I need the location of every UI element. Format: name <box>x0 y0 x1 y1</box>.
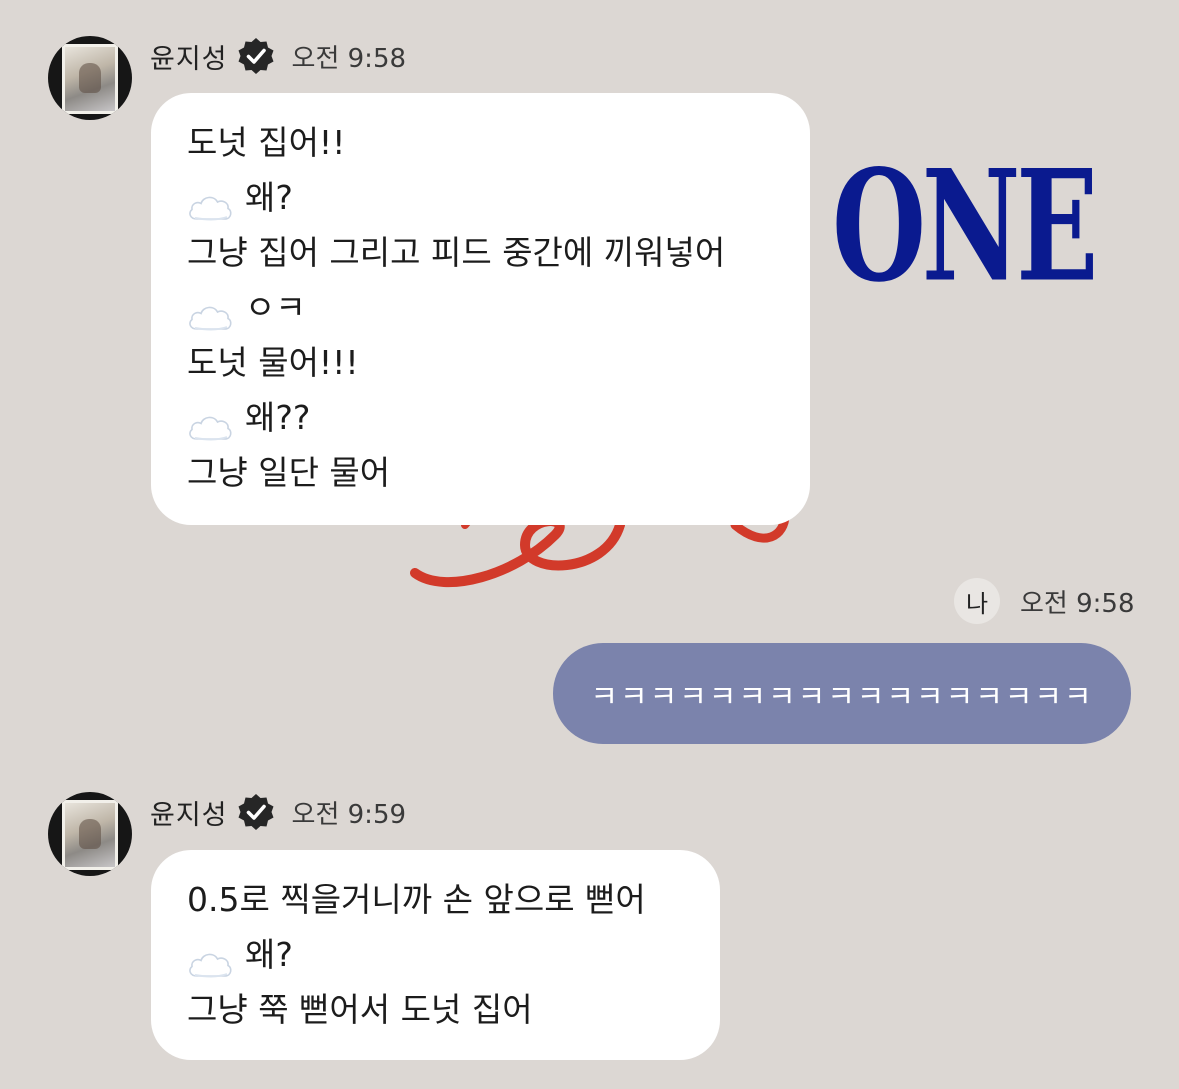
outgoing-message-bubble[interactable]: ㅋㅋㅋㅋㅋㅋㅋㅋㅋㅋㅋㅋㅋㅋㅋㅋㅋ <box>553 643 1131 744</box>
cloud-emoji-icon <box>187 403 233 440</box>
avatar-photo <box>62 800 118 870</box>
sender-name[interactable]: 윤지성 <box>150 37 228 76</box>
sender-name[interactable]: 윤지성 <box>150 793 228 832</box>
message-line: ㅇㅋ <box>187 280 774 335</box>
message-line-text: ㅇㅋ <box>245 288 306 327</box>
my-profile-tag[interactable]: 나 <box>954 578 1000 624</box>
message-line: 왜?? <box>187 390 774 445</box>
message-line-text: 그냥 일단 물어 <box>187 453 391 492</box>
my-message-time: 오전 9:58 <box>1020 589 1135 619</box>
message-line-text: 그냥 집어 그리고 피드 중간에 끼워넣어 <box>187 233 726 272</box>
message-header: 윤지성 오전 9:58 <box>150 36 406 76</box>
cloud-emoji-icon <box>187 293 233 330</box>
message-line: 왜? <box>187 170 774 225</box>
message-line-text: 도넛 집어!! <box>187 123 346 162</box>
message-line: 0.5로 찍을거니까 손 앞으로 뻗어 <box>187 872 684 927</box>
message-line-text: 0.5로 찍을거니까 손 앞으로 뻗어 <box>187 880 646 919</box>
message-header: 윤지성 오전 9:59 <box>150 792 406 832</box>
message-line: 그냥 일단 물어 <box>187 445 774 500</box>
message-line-text: 왜? <box>245 935 293 974</box>
sender-avatar[interactable] <box>48 792 132 876</box>
verified-check-icon <box>238 794 274 830</box>
message-line: 왜? <box>187 927 684 982</box>
cloud-emoji-icon <box>187 183 233 220</box>
verified-check-icon <box>238 38 274 74</box>
message-line-text: 왜? <box>245 178 293 217</box>
cloud-emoji-icon <box>187 940 233 977</box>
message-line: 그냥 집어 그리고 피드 중간에 끼워넣어 <box>187 225 774 280</box>
incoming-message-bubble[interactable]: 도넛 집어!! 왜? 그냥 집어 그리고 피드 중간에 끼워넣어 ㅇㅋ 도넛 물어!!!… <box>151 93 810 525</box>
message-line-text: 왜?? <box>245 398 311 437</box>
avatar-photo <box>62 44 118 114</box>
message-time: 오전 9:58 <box>291 43 407 74</box>
message-line: 도넛 물어!!! <box>187 335 774 390</box>
message-line: 도넛 집어!! <box>187 115 774 170</box>
incoming-message-bubble[interactable]: 0.5로 찍을거니까 손 앞으로 뻗어왜? 그냥 쭉 뻗어서 도넛 집어 <box>151 850 720 1060</box>
sender-avatar[interactable] <box>48 36 132 120</box>
message-time: 오전 9:59 <box>291 799 407 830</box>
message-line: 그냥 쭉 뻗어서 도넛 집어 <box>187 982 684 1037</box>
message-line-text: 그냥 쭉 뻗어서 도넛 집어 <box>187 990 533 1029</box>
message-line-text: 도넛 물어!!! <box>187 343 359 382</box>
background-wordmark: ONE <box>832 136 1098 317</box>
